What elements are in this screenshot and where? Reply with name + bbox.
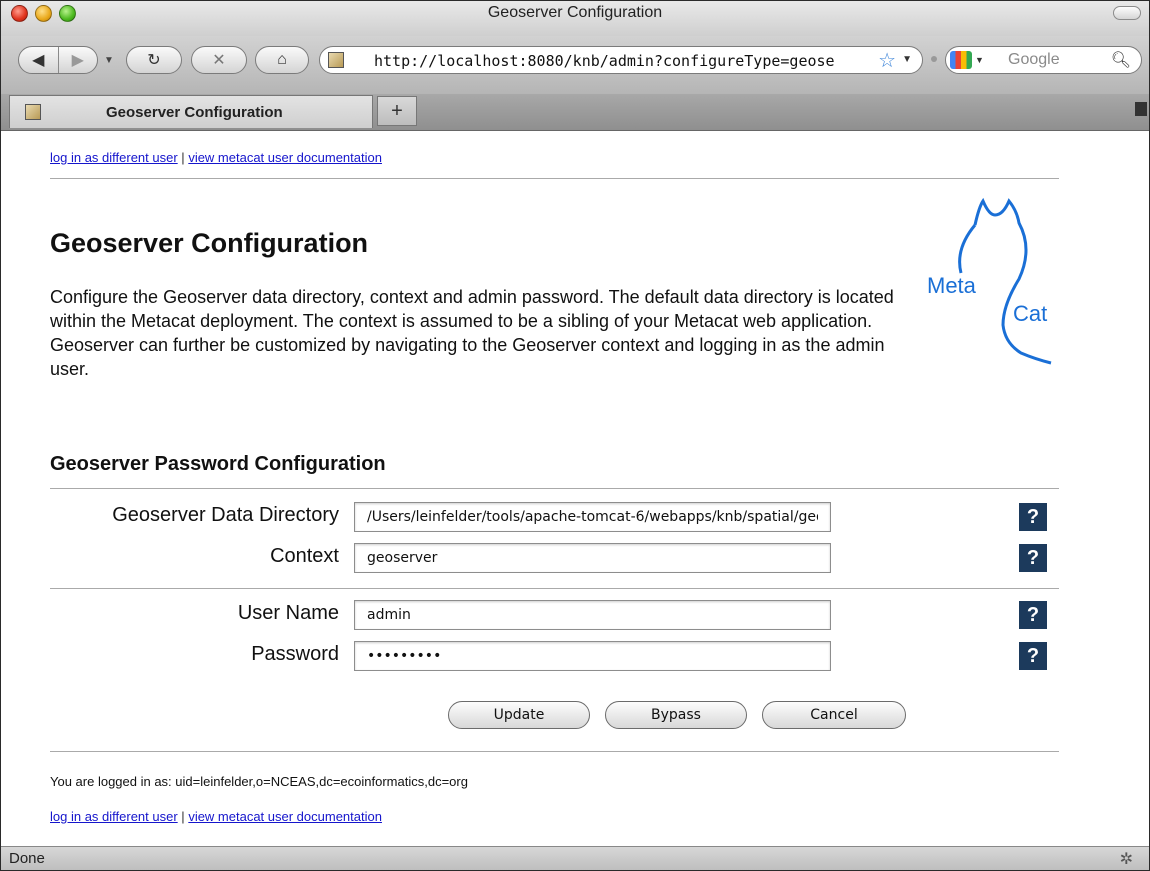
context-label: Context: [270, 545, 339, 567]
update-button[interactable]: Update: [448, 701, 590, 729]
reload-icon: ↻: [147, 52, 161, 69]
user-documentation-link[interactable]: view metacat user documentation: [188, 150, 382, 165]
search-input[interactable]: Google: [1008, 51, 1060, 69]
cat-outline-left: [958, 224, 977, 274]
header-links: log in as different user | view metacat …: [50, 150, 382, 165]
data-directory-label: Geoserver Data Directory: [112, 504, 339, 526]
new-tab-button[interactable]: +: [377, 96, 417, 126]
logged-in-status: You are logged in as: uid=leinfelder,o=N…: [50, 774, 468, 789]
search-engine-dropdown-icon[interactable]: ▼: [975, 55, 984, 65]
home-icon: ⌂: [277, 51, 287, 68]
tab-list-icon[interactable]: [1135, 102, 1147, 116]
separator-dot: [931, 56, 937, 62]
cat-outline-right: [973, 197, 1052, 365]
status-text: Done: [9, 850, 45, 867]
logo-text-meta: Meta: [927, 273, 977, 298]
bug-icon[interactable]: ✲: [1120, 849, 1133, 869]
link-separator: |: [181, 809, 185, 824]
form-row-username: User Name ?: [1, 598, 1149, 630]
navigation-toolbar: ◀ ▶ ▼ ↻ ✕ ⌂ http://localhost:8080/knb/ad…: [1, 36, 1149, 94]
intro-paragraph: Configure the Geoserver data directory, …: [50, 287, 894, 379]
context-input[interactable]: [354, 543, 831, 573]
site-favicon-icon: [328, 52, 344, 68]
password-input[interactable]: [354, 641, 831, 671]
cancel-button[interactable]: Cancel: [762, 701, 906, 729]
form-row-password: Password ?: [1, 639, 1149, 671]
data-directory-help-icon[interactable]: ?: [1019, 503, 1047, 531]
plus-icon: +: [391, 100, 403, 122]
login-different-user-link[interactable]: log in as different user: [50, 809, 178, 824]
footer-links: log in as different user | view metacat …: [50, 809, 382, 824]
url-dropdown-icon[interactable]: ▼: [902, 54, 912, 65]
divider: [50, 178, 1059, 179]
status-bar: Done ✲: [1, 846, 1149, 870]
tab-favicon-icon: [25, 104, 41, 120]
browser-window: Geoserver Configuration ◀ ▶ ▼ ↻ ✕ ⌂ http…: [0, 0, 1150, 871]
search-icon[interactable]: 🔍︎: [1111, 50, 1131, 70]
form-row-context: Context ?: [1, 541, 1149, 573]
back-button[interactable]: ◀: [19, 47, 58, 73]
url-text[interactable]: http://localhost:8080/knb/admin?configur…: [374, 51, 834, 71]
link-separator: |: [181, 150, 185, 165]
window-title: Geoserver Configuration: [487, 4, 663, 21]
password-help-icon[interactable]: ?: [1019, 642, 1047, 670]
login-different-user-link[interactable]: log in as different user: [50, 150, 178, 165]
divider: [50, 488, 1059, 489]
divider: [50, 588, 1059, 589]
toolbar-toggle-button[interactable]: [1113, 6, 1141, 20]
tab-geoserver-configuration[interactable]: Geoserver Configuration: [9, 95, 373, 128]
bypass-button[interactable]: Bypass: [605, 701, 747, 729]
back-forward-group: ◀ ▶: [18, 46, 98, 74]
page-title: Geoserver Configuration: [50, 228, 369, 258]
search-bar[interactable]: ▼ Google 🔍︎: [945, 46, 1142, 74]
page-content: log in as different user | view metacat …: [1, 131, 1149, 845]
forward-button[interactable]: ▶: [57, 47, 98, 73]
username-help-icon[interactable]: ?: [1019, 601, 1047, 629]
username-input[interactable]: [354, 600, 831, 630]
title-bar: Geoserver Configuration: [1, 1, 1149, 37]
stop-icon: ✕: [212, 52, 226, 69]
back-arrow-icon: ◀: [32, 52, 45, 69]
form-row-data-directory: Geoserver Data Directory ?: [1, 500, 1149, 532]
bookmark-star-icon[interactable]: ☆: [878, 48, 896, 73]
history-dropdown-icon[interactable]: ▼: [104, 55, 114, 66]
data-directory-input[interactable]: [354, 502, 831, 532]
divider: [50, 751, 1059, 752]
reload-button[interactable]: ↻: [126, 46, 182, 74]
google-icon[interactable]: [950, 51, 972, 69]
logo-text-cat: Cat: [1013, 301, 1047, 326]
stop-button[interactable]: ✕: [191, 46, 247, 74]
metacat-logo: Meta Cat: [927, 197, 1052, 365]
tab-strip: Geoserver Configuration +: [1, 94, 1149, 131]
section-title: Geoserver Password Configuration: [50, 453, 386, 475]
context-help-icon[interactable]: ?: [1019, 544, 1047, 572]
user-documentation-link[interactable]: view metacat user documentation: [188, 809, 382, 824]
forward-arrow-icon: ▶: [71, 52, 84, 69]
password-label: Password: [251, 643, 339, 665]
form-buttons: Update Bypass Cancel: [1, 701, 1149, 731]
url-bar[interactable]: http://localhost:8080/knb/admin?configur…: [319, 46, 923, 74]
username-label: User Name: [237, 602, 339, 624]
tab-title: Geoserver Configuration: [106, 104, 283, 121]
home-button[interactable]: ⌂: [255, 46, 309, 74]
